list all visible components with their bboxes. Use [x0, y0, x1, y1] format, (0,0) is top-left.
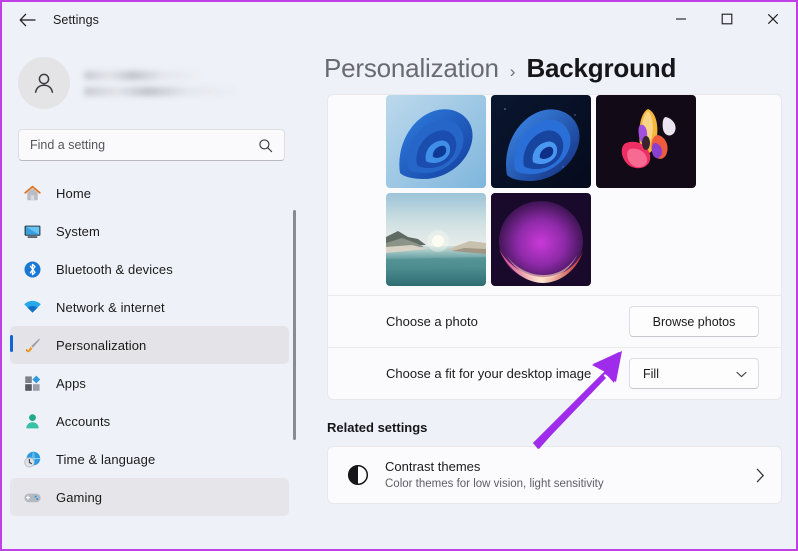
browse-photos-button[interactable]: Browse photos: [629, 306, 759, 337]
person-avatar-icon: [34, 73, 54, 93]
user-profile[interactable]: [18, 57, 302, 109]
sidebar-item-label: System: [56, 223, 100, 239]
sidebar-item-label: Bluetooth & devices: [56, 261, 173, 277]
profile-text: [84, 70, 236, 96]
window-title: Settings: [53, 13, 99, 27]
contrast-themes-title: Contrast themes: [385, 458, 481, 474]
breadcrumb: Personalization › Background: [324, 53, 796, 84]
sidebar: Home System: [2, 38, 302, 549]
sidebar-item-gaming[interactable]: Gaming: [10, 478, 289, 516]
chevron-down-icon: [736, 367, 747, 381]
sidebar-nav: Home System Bluetooth & devices Network …: [2, 174, 302, 516]
contrast-themes-text: Contrast themes Color themes for low vis…: [385, 459, 756, 492]
sidebar-scrollbar[interactable]: [293, 210, 296, 440]
sidebar-item-network-internet[interactable]: Network & internet: [10, 288, 289, 326]
choose-photo-label: Choose a photo: [386, 314, 478, 329]
sidebar-item-bluetooth-devices[interactable]: Bluetooth & devices: [10, 250, 289, 288]
choose-fit-row: Choose a fit for your desktop image Fill: [328, 347, 781, 399]
sidebar-item-label: Apps: [56, 375, 87, 391]
system-icon: [22, 221, 42, 241]
wallpaper-thumbnails: [328, 95, 781, 295]
choose-fit-label: Choose a fit for your desktop image: [386, 366, 592, 381]
gamepad-icon: [22, 487, 42, 507]
window-controls: [658, 2, 796, 36]
search-icon: [258, 138, 273, 153]
sidebar-item-label: Home: [56, 185, 92, 201]
close-button[interactable]: [750, 2, 796, 36]
sidebar-item-label: Gaming: [56, 489, 103, 505]
settings-window: Settings Find a setting Home System Blue…: [0, 0, 798, 551]
sidebar-item-label: Personalization: [56, 337, 147, 353]
sidebar-item-home[interactable]: Home: [10, 174, 289, 212]
breadcrumb-separator: ›: [509, 62, 516, 81]
clock-globe-icon: [22, 449, 42, 469]
fit-dropdown[interactable]: Fill: [629, 358, 759, 389]
chevron-right-icon: [756, 468, 765, 483]
fit-value: Fill: [643, 366, 659, 381]
minimize-button[interactable]: [658, 2, 704, 36]
main-content: Personalization › Background Choose a ph…: [302, 38, 796, 549]
background-card: Choose a photo Browse photos Choose a fi…: [327, 94, 782, 400]
wallpaper-thumb-windows-bloom-light[interactable]: [386, 95, 486, 188]
wallpaper-thumb-purple-glow[interactable]: [491, 193, 591, 286]
sidebar-item-label: Network & internet: [56, 299, 165, 315]
title-bar: Settings: [2, 2, 796, 38]
profile-name-redacted: [84, 70, 200, 80]
apps-icon: [22, 373, 42, 393]
profile-email-redacted: [84, 86, 236, 96]
wallpaper-thumb-abstract-flower[interactable]: [596, 95, 696, 188]
breadcrumb-parent[interactable]: Personalization: [324, 53, 499, 84]
wallpaper-thumb-coastal-sunset[interactable]: [386, 193, 486, 286]
minimize-icon: [676, 18, 686, 20]
sidebar-item-time-language[interactable]: Time & language: [10, 440, 289, 478]
avatar: [18, 57, 70, 109]
search-box[interactable]: [18, 129, 285, 161]
sidebar-item-accounts[interactable]: Accounts: [10, 402, 289, 440]
close-icon: [767, 13, 779, 25]
maximize-icon: [721, 13, 733, 25]
bluetooth-icon: [22, 259, 42, 279]
contrast-circle-icon: [347, 464, 369, 486]
contrast-themes-subtitle: Color themes for low vision, light sensi…: [385, 477, 604, 490]
search-input[interactable]: [19, 138, 258, 152]
sidebar-item-system[interactable]: System: [10, 212, 289, 250]
wifi-icon: [22, 297, 42, 317]
sidebar-item-label: Accounts: [56, 413, 111, 429]
maximize-button[interactable]: [704, 2, 750, 36]
back-button[interactable]: [10, 5, 44, 35]
wallpaper-thumb-windows-bloom-dark[interactable]: [491, 95, 591, 188]
contrast-themes-card[interactable]: Contrast themes Color themes for low vis…: [327, 446, 782, 504]
back-arrow-icon: [19, 13, 36, 27]
sidebar-item-label: Time & language: [56, 451, 156, 467]
accounts-icon: [22, 411, 42, 431]
choose-photo-row: Choose a photo Browse photos: [328, 295, 781, 347]
related-settings-heading: Related settings: [327, 420, 428, 435]
home-icon: [22, 183, 42, 203]
sidebar-item-personalization[interactable]: Personalization: [10, 326, 289, 364]
sidebar-item-apps[interactable]: Apps: [10, 364, 289, 402]
paintbrush-icon: [22, 335, 42, 355]
selection-indicator: [10, 335, 13, 352]
page-title: Background: [526, 53, 677, 83]
